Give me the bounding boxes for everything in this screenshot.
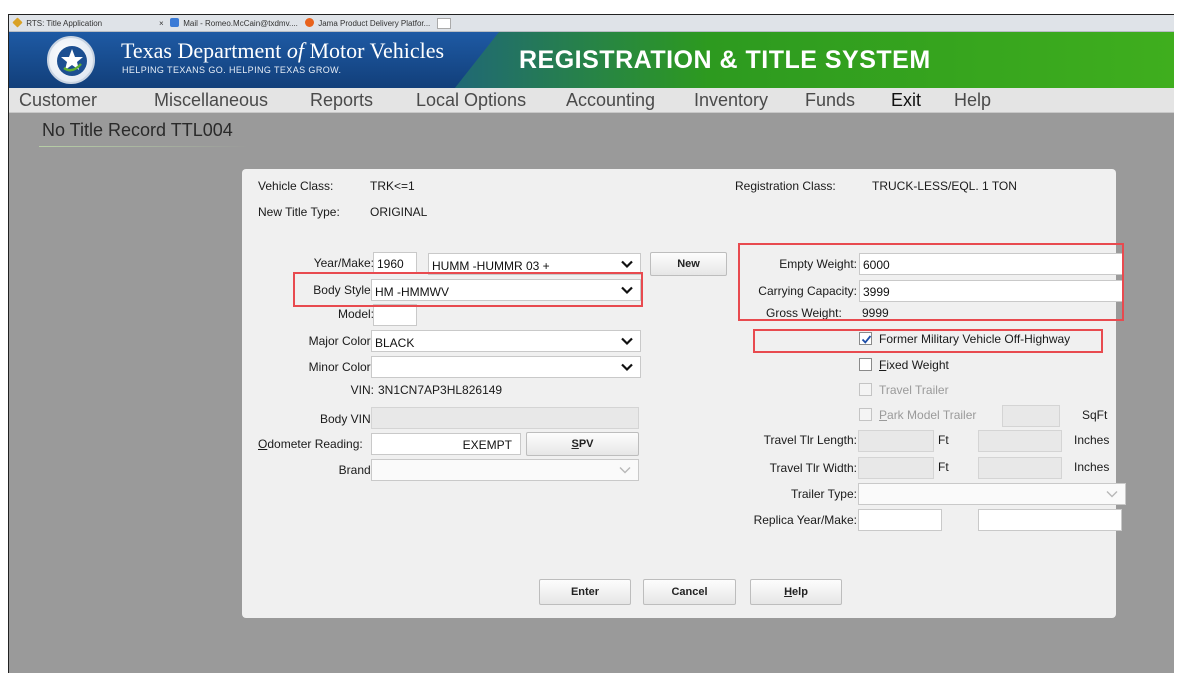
chevron-down-icon <box>619 467 631 474</box>
model-label: Model: <box>337 307 374 321</box>
travel-trailer-label: Travel Trailer <box>879 383 949 397</box>
minor-color-label: Minor Color: <box>308 360 374 374</box>
title-application-panel: Vehicle Class: TRK<=1 New Title Type: OR… <box>242 169 1126 618</box>
menu-help[interactable]: Help <box>954 90 991 111</box>
application-window: RTS: Title Application × Mail - Romeo.Mc… <box>8 14 1174 673</box>
menu-accounting[interactable]: Accounting <box>566 90 655 111</box>
trailer-type-select <box>858 483 1126 505</box>
cancel-button[interactable]: Cancel <box>643 579 736 605</box>
body-vin-field <box>371 407 639 429</box>
main-menu-bar: Customer Miscellaneous Reports Local Opt… <box>9 88 1174 113</box>
travel-width-label: Travel Tlr Width: <box>769 461 857 475</box>
chevron-down-icon <box>621 363 633 372</box>
travel-length-inches-field <box>978 430 1062 452</box>
menu-miscellaneous[interactable]: Miscellaneous <box>154 90 268 111</box>
agency-tagline: HELPING TEXANS GO. HELPING TEXAS GROW. <box>122 65 342 75</box>
travel-length-label: Travel Tlr Length: <box>763 433 857 447</box>
vehicle-class-value: TRK<=1 <box>370 179 415 193</box>
travel-width-inches-unit: Inches <box>1074 460 1110 474</box>
major-color-label: Major Color: <box>308 334 374 348</box>
close-icon[interactable]: × <box>159 19 164 28</box>
new-title-type-label: New Title Type: <box>258 205 340 219</box>
fixed-weight-label: Fixed Weight <box>879 358 949 372</box>
browser-tab-rts[interactable]: RTS: Title Application <box>12 17 103 31</box>
park-model-trailer-label: Park Model Trailer <box>879 408 977 422</box>
sqft-unit-label: SqFt <box>1082 408 1108 422</box>
travel-width-ft-unit: Ft <box>938 460 949 474</box>
travel-width-inches-field <box>978 457 1062 479</box>
vehicle-class-label: Vehicle Class: <box>258 179 334 193</box>
new-title-type-value: ORIGINAL <box>370 205 428 219</box>
chevron-down-icon <box>621 337 633 346</box>
title-underline <box>39 146 249 147</box>
body-vin-label: Body VIN: <box>319 412 374 426</box>
major-color-value: BLACK <box>375 336 415 350</box>
star-icon <box>12 17 23 28</box>
new-tab-button[interactable] <box>437 18 451 29</box>
browser-tab-label: RTS: Title Application <box>26 19 103 28</box>
body-style-highlight <box>293 272 643 307</box>
park-model-trailer-checkbox <box>859 408 872 421</box>
registration-class-value: TRUCK-LESS/EQL. 1 TON <box>872 179 1017 193</box>
mail-icon <box>170 18 179 27</box>
menu-reports[interactable]: Reports <box>310 90 373 111</box>
vin-label: VIN: <box>350 383 374 397</box>
former-military-highlight <box>753 329 1103 353</box>
browser-tab-close[interactable]: × <box>159 17 164 31</box>
trailer-type-label: Trailer Type: <box>790 487 857 501</box>
travel-width-ft-field <box>858 457 934 479</box>
chevron-down-icon <box>1106 491 1118 498</box>
menu-inventory[interactable]: Inventory <box>694 90 768 111</box>
registration-class-label: Registration Class: <box>735 179 836 193</box>
replica-year-make-label: Replica Year/Make: <box>753 513 857 527</box>
weight-fields-highlight <box>738 243 1124 321</box>
browser-tab-strip: RTS: Title Application × Mail - Romeo.Mc… <box>9 15 1174 32</box>
menu-funds[interactable]: Funds <box>805 90 855 111</box>
brand-label: Brand: <box>338 463 374 477</box>
travel-length-ft-unit: Ft <box>938 433 949 447</box>
menu-exit[interactable]: Exit <box>891 90 921 111</box>
screen-title: No Title Record TTL004 <box>42 120 233 140</box>
help-button[interactable]: Help <box>750 579 842 605</box>
agency-name: Texas Department of Motor Vehicles <box>121 38 445 63</box>
txdmv-logo-icon <box>47 36 95 84</box>
browser-tab-label: Jama Product Delivery Platfor... <box>318 19 431 28</box>
brand-select <box>371 459 639 481</box>
menu-customer[interactable]: Customer <box>19 90 97 111</box>
header-banner: Texas Department of Motor Vehicles HELPI… <box>9 32 1174 88</box>
major-color-select[interactable]: BLACK <box>371 330 641 352</box>
odometer-label: Odometer Reading: <box>258 437 363 451</box>
travel-length-ft-field <box>858 430 934 452</box>
year-make-label: Year/Make: <box>313 256 374 270</box>
make-select-value: HUMM -HUMMR 03 + <box>432 259 550 273</box>
replica-make-field[interactable] <box>978 509 1122 531</box>
fixed-weight-checkbox[interactable] <box>859 358 872 371</box>
replica-year-field[interactable] <box>858 509 942 531</box>
minor-color-select[interactable] <box>371 356 641 378</box>
travel-trailer-checkbox <box>859 383 872 396</box>
park-model-sqft-field <box>1002 405 1060 427</box>
system-title: REGISTRATION & TITLE SYSTEM <box>519 46 931 74</box>
browser-tab-jama[interactable]: Jama Product Delivery Platfor... <box>305 17 430 31</box>
browser-tab-label: Mail - Romeo.McCain@txdmv.... <box>183 19 298 28</box>
odometer-field[interactable]: EXEMPT <box>371 433 521 455</box>
travel-length-inches-unit: Inches <box>1074 433 1110 447</box>
jama-icon <box>305 18 314 27</box>
enter-button[interactable]: Enter <box>539 579 631 605</box>
model-field[interactable] <box>373 304 417 326</box>
menu-local-options[interactable]: Local Options <box>416 90 526 111</box>
year-field[interactable]: 1960 <box>373 252 417 274</box>
chevron-down-icon <box>621 260 633 269</box>
spv-button[interactable]: SPV <box>526 432 639 456</box>
browser-tab-mail[interactable]: Mail - Romeo.McCain@txdmv.... <box>170 17 298 31</box>
vin-value: 3N1CN7AP3HL826149 <box>378 383 503 397</box>
